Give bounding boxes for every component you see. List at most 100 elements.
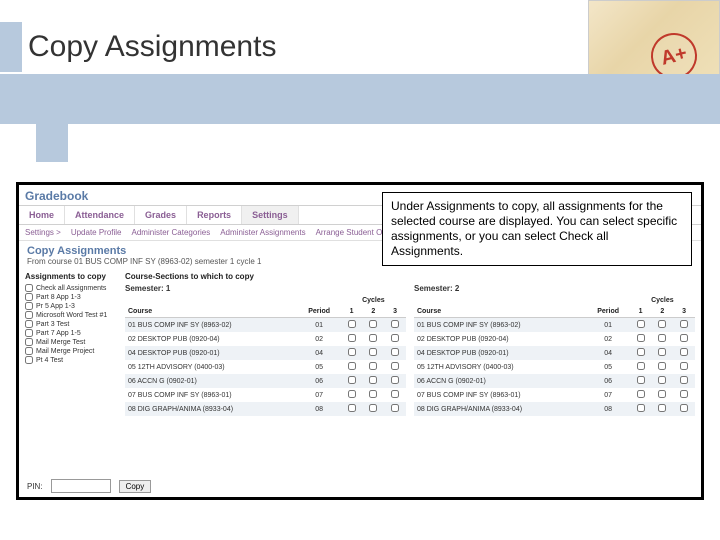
cycle-checkbox[interactable] bbox=[637, 320, 645, 328]
cycle-checkbox[interactable] bbox=[637, 348, 645, 356]
course-period: 06 bbox=[298, 374, 341, 388]
course-name: 05 12TH ADVISORY (0400-03) bbox=[125, 360, 298, 374]
cycle-checkbox[interactable] bbox=[369, 320, 377, 328]
cycle-checkbox[interactable] bbox=[369, 390, 377, 398]
check-all-checkbox[interactable] bbox=[25, 284, 33, 292]
assignment-checkbox[interactable] bbox=[25, 293, 33, 301]
assignment-row[interactable]: Pr 5 App 1-3 bbox=[25, 302, 117, 310]
course-period: 01 bbox=[587, 318, 630, 333]
course-period: 05 bbox=[587, 360, 630, 374]
cycle-checkbox[interactable] bbox=[637, 390, 645, 398]
course-period: 06 bbox=[587, 374, 630, 388]
assignment-row[interactable]: Microsoft Word Test #1 bbox=[25, 311, 117, 319]
cycle-checkbox[interactable] bbox=[348, 334, 356, 342]
cycle-checkbox[interactable] bbox=[369, 362, 377, 370]
course-row: 01 BUS COMP INF SY (8963-02)01 bbox=[414, 318, 695, 333]
course-row: 04 DESKTOP PUB (0920-01)04 bbox=[125, 346, 406, 360]
cycle-checkbox[interactable] bbox=[680, 404, 688, 412]
subnav-administer-assignments[interactable]: Administer Assignments bbox=[220, 228, 305, 237]
cycle-checkbox[interactable] bbox=[391, 348, 399, 356]
cycle-checkbox[interactable] bbox=[348, 404, 356, 412]
tab-attendance[interactable]: Attendance bbox=[65, 206, 135, 224]
cycle-checkbox[interactable] bbox=[369, 404, 377, 412]
cycle-checkbox[interactable] bbox=[348, 348, 356, 356]
course-name: 01 BUS COMP INF SY (8963-02) bbox=[125, 318, 298, 333]
course-period: 07 bbox=[587, 388, 630, 402]
check-all-assignments[interactable]: Check all Assignments bbox=[25, 284, 117, 292]
cycle-checkbox[interactable] bbox=[680, 348, 688, 356]
cycle-checkbox[interactable] bbox=[391, 334, 399, 342]
pin-input[interactable] bbox=[51, 479, 111, 493]
course-period: 04 bbox=[298, 346, 341, 360]
tab-grades[interactable]: Grades bbox=[135, 206, 187, 224]
course-name: 08 DIG GRAPH/ANIMA (8933-04) bbox=[414, 402, 587, 416]
subnav-update-profile[interactable]: Update Profile bbox=[71, 228, 122, 237]
cycle-checkbox[interactable] bbox=[369, 376, 377, 384]
cycle-checkbox[interactable] bbox=[391, 376, 399, 384]
course-name: 04 DESKTOP PUB (0920-01) bbox=[414, 346, 587, 360]
assignment-row[interactable]: Pt 4 Test bbox=[25, 356, 117, 364]
cycle-checkbox[interactable] bbox=[391, 390, 399, 398]
cycle-checkbox[interactable] bbox=[658, 334, 666, 342]
cycle-checkbox[interactable] bbox=[369, 348, 377, 356]
cycle-checkbox[interactable] bbox=[680, 390, 688, 398]
cycle-checkbox[interactable] bbox=[637, 404, 645, 412]
course-row: 05 12TH ADVISORY (0400-03)05 bbox=[414, 360, 695, 374]
course-name: 06 ACCN G (0902-01) bbox=[414, 374, 587, 388]
cycle-checkbox[interactable] bbox=[391, 362, 399, 370]
cycle-checkbox[interactable] bbox=[348, 376, 356, 384]
decorative-t-bar bbox=[0, 74, 720, 124]
assignment-row[interactable]: Mail Merge Test bbox=[25, 338, 117, 346]
assignment-row[interactable]: Part 3 Test bbox=[25, 320, 117, 328]
cycle-checkbox[interactable] bbox=[348, 390, 356, 398]
cycle-checkbox[interactable] bbox=[391, 320, 399, 328]
course-period: 02 bbox=[298, 332, 341, 346]
course-name: 07 BUS COMP INF SY (8963-01) bbox=[414, 388, 587, 402]
course-name: 02 DESKTOP PUB (0920-04) bbox=[125, 332, 298, 346]
cycle-checkbox[interactable] bbox=[658, 320, 666, 328]
course-name: 04 DESKTOP PUB (0920-01) bbox=[125, 346, 298, 360]
cycle-checkbox[interactable] bbox=[637, 376, 645, 384]
cycle-checkbox[interactable] bbox=[680, 376, 688, 384]
assignment-checkbox[interactable] bbox=[25, 347, 33, 355]
course-name: 05 12TH ADVISORY (0400-03) bbox=[414, 360, 587, 374]
copy-button[interactable]: Copy bbox=[119, 480, 152, 493]
assignment-row[interactable]: Part 8 App 1-3 bbox=[25, 293, 117, 301]
tab-home[interactable]: Home bbox=[19, 206, 65, 224]
assignment-checkbox[interactable] bbox=[25, 329, 33, 337]
course-row: 02 DESKTOP PUB (0920-04)02 bbox=[125, 332, 406, 346]
cycle-checkbox[interactable] bbox=[369, 334, 377, 342]
cycle-checkbox[interactable] bbox=[658, 362, 666, 370]
cycle-checkbox[interactable] bbox=[680, 320, 688, 328]
cycle-checkbox[interactable] bbox=[658, 348, 666, 356]
courses-column-title: Course-Sections to which to copy bbox=[125, 272, 695, 281]
subnav-administer-categories[interactable]: Administer Categories bbox=[132, 228, 211, 237]
cycle-checkbox[interactable] bbox=[658, 376, 666, 384]
tab-settings[interactable]: Settings bbox=[242, 206, 299, 224]
tab-reports[interactable]: Reports bbox=[187, 206, 242, 224]
course-row: 07 BUS COMP INF SY (8963-01)07 bbox=[414, 388, 695, 402]
cycle-checkbox[interactable] bbox=[658, 404, 666, 412]
course-row: 05 12TH ADVISORY (0400-03)05 bbox=[125, 360, 406, 374]
assignment-checkbox[interactable] bbox=[25, 338, 33, 346]
course-row: 06 ACCN G (0902-01)06 bbox=[125, 374, 406, 388]
assignment-checkbox[interactable] bbox=[25, 311, 33, 319]
cycle-checkbox[interactable] bbox=[391, 404, 399, 412]
assignment-row[interactable]: Part 7 App 1-5 bbox=[25, 329, 117, 337]
assignment-checkbox[interactable] bbox=[25, 320, 33, 328]
course-row: 08 DIG GRAPH/ANIMA (8933-04)08 bbox=[414, 402, 695, 416]
course-row: 06 ACCN G (0902-01)06 bbox=[414, 374, 695, 388]
assignment-row[interactable]: Mail Merge Project bbox=[25, 347, 117, 355]
course-period: 04 bbox=[587, 346, 630, 360]
course-name: 07 BUS COMP INF SY (8963-01) bbox=[125, 388, 298, 402]
cycle-checkbox[interactable] bbox=[637, 362, 645, 370]
cycle-checkbox[interactable] bbox=[658, 390, 666, 398]
cycle-checkbox[interactable] bbox=[348, 362, 356, 370]
course-row: 08 DIG GRAPH/ANIMA (8933-04)08 bbox=[125, 402, 406, 416]
assignment-checkbox[interactable] bbox=[25, 356, 33, 364]
assignment-checkbox[interactable] bbox=[25, 302, 33, 310]
cycle-checkbox[interactable] bbox=[680, 334, 688, 342]
cycle-checkbox[interactable] bbox=[348, 320, 356, 328]
cycle-checkbox[interactable] bbox=[680, 362, 688, 370]
cycle-checkbox[interactable] bbox=[637, 334, 645, 342]
